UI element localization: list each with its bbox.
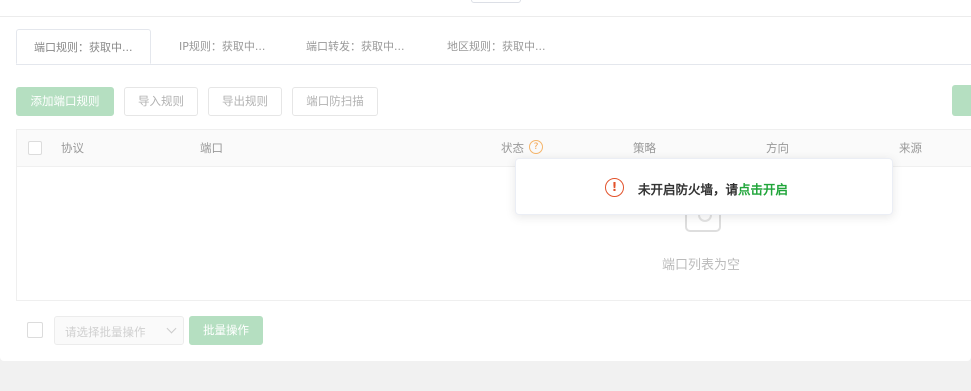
port-rules-table: 协议 端口 状态 ? 策略 方向 来源 [16,129,971,301]
tab-ip-rules[interactable]: IP规则：获取中... [179,29,265,64]
top-control-stub[interactable] [471,0,521,3]
tab-region-rules[interactable]: 地区规则：获取中... [447,29,546,64]
firewall-warning-toast: ! 未开启防火墙，请点击开启 [515,158,893,215]
empty-list-text: 端口列表为空 [662,258,741,273]
column-protocol[interactable]: 协议 [61,130,84,166]
rule-tabs: 端口规则：获取中... IP规则：获取中... 端口转发：获取中... 地区规则… [16,29,971,65]
batch-select-checkbox[interactable] [27,322,43,338]
enable-firewall-link[interactable]: 点击开启 [738,182,788,197]
column-source[interactable]: 来源 [899,130,922,166]
warning-icon: ! [605,178,624,197]
toast-message: 未开启防火墙，请点击开启 [638,179,788,198]
toast-message-text: 未开启防火墙，请 [638,182,739,197]
right-action-button[interactable] [952,85,971,116]
batch-operation-select[interactable]: 请选择批量操作 [54,316,184,345]
select-all-checkbox[interactable] [28,141,42,155]
tab-port-forward[interactable]: 端口转发：获取中... [306,29,405,64]
add-port-rule-button[interactable]: 添加端口规则 [16,87,114,116]
chevron-down-icon [166,323,177,334]
batch-operation-placeholder: 请选择批量操作 [65,325,146,339]
tab-port-rules[interactable]: 端口规则：获取中... [16,29,151,64]
batch-operation-button[interactable]: 批量操作 [189,316,263,345]
port-anti-scan-button[interactable]: 端口防扫描 [292,87,378,116]
import-rules-button[interactable]: 导入规则 [124,87,198,116]
column-port[interactable]: 端口 [200,130,223,166]
export-rules-button[interactable]: 导出规则 [208,87,282,116]
status-help-icon[interactable]: ? [529,140,543,154]
divider [0,16,971,17]
